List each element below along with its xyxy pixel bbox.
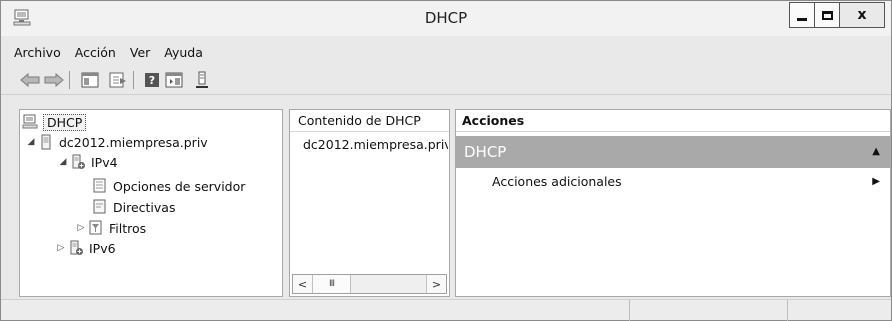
scroll-thumb[interactable]: III bbox=[313, 275, 351, 293]
export-list-icon[interactable] bbox=[107, 69, 129, 91]
scroll-thumb-grip: III bbox=[329, 279, 335, 289]
minimize-button[interactable] bbox=[789, 2, 815, 28]
toolbar-separator bbox=[133, 71, 134, 89]
dhcp-window: DHCP x Archivo Acción Ver Ayuda ? DHCP ◢… bbox=[0, 0, 892, 321]
menu-ayuda[interactable]: Ayuda bbox=[156, 43, 209, 63]
collapsed-arrow-icon[interactable]: ▷ bbox=[54, 243, 68, 253]
expanded-arrow-icon[interactable]: ◢ bbox=[56, 157, 70, 167]
chevron-left-icon: < bbox=[297, 277, 308, 291]
content-pane: Contenido de DHCP dc2012.miempresa.priv … bbox=[289, 109, 450, 297]
scroll-right-button[interactable]: > bbox=[426, 275, 446, 293]
svg-text:?: ? bbox=[149, 74, 155, 87]
tree-label-dhcp: DHCP bbox=[43, 113, 87, 131]
forward-arrow-icon[interactable] bbox=[43, 69, 65, 91]
tree-label-ipv4: IPv4 bbox=[91, 154, 118, 170]
content-item-label: dc2012.miempresa.priv bbox=[303, 136, 448, 152]
close-icon: x bbox=[857, 7, 867, 23]
toolbar: ? bbox=[1, 65, 891, 95]
tree-node-server[interactable]: ◢ dc2012.miempresa.priv bbox=[24, 132, 208, 152]
scroll-left-button[interactable]: < bbox=[293, 275, 313, 293]
filters-icon bbox=[89, 220, 102, 235]
console-tree-pane: DHCP ◢ dc2012.miempresa.priv ◢ IPv4 Opci… bbox=[19, 109, 283, 297]
tree-node-server-options[interactable]: Opciones de servidor bbox=[92, 176, 245, 196]
content-list-item[interactable]: dc2012.miempresa.priv bbox=[298, 136, 448, 152]
title-bar[interactable]: DHCP x bbox=[1, 1, 891, 36]
ipv4-icon bbox=[72, 154, 85, 169]
menu-bar: Archivo Acción Ver Ayuda bbox=[1, 43, 209, 63]
show-hide-console-tree-icon[interactable] bbox=[79, 69, 101, 91]
actions-header: Acciones bbox=[456, 110, 890, 132]
chevron-right-icon: > bbox=[431, 277, 442, 291]
content-column-header[interactable]: Contenido de DHCP bbox=[290, 110, 449, 132]
actions-section-title: DHCP bbox=[464, 143, 507, 161]
tree-label-server-options: Opciones de servidor bbox=[113, 178, 246, 194]
policies-icon bbox=[93, 199, 106, 214]
tree-node-ipv4[interactable]: ◢ IPv4 bbox=[56, 152, 118, 172]
tree-node-dhcp[interactable]: DHCP bbox=[22, 112, 87, 132]
server-statistics-icon[interactable] bbox=[191, 69, 213, 91]
maximize-button[interactable] bbox=[814, 2, 840, 28]
tree-label-policies: Directivas bbox=[113, 199, 176, 215]
server-options-icon bbox=[93, 178, 106, 193]
ipv6-icon bbox=[70, 240, 83, 255]
show-action-pane-icon[interactable] bbox=[163, 69, 185, 91]
back-arrow-icon[interactable] bbox=[19, 69, 41, 91]
tree-label-filters: Filtros bbox=[109, 220, 147, 236]
toolbar-separator bbox=[69, 71, 70, 89]
maximize-icon bbox=[821, 10, 833, 20]
menu-accion[interactable]: Acción bbox=[67, 43, 122, 63]
status-cell bbox=[787, 300, 891, 321]
tree-label-ipv6: IPv6 bbox=[89, 240, 116, 256]
status-bar bbox=[1, 299, 891, 321]
more-actions-item[interactable]: Acciones adicionales bbox=[492, 174, 622, 189]
tree-node-filters[interactable]: ▷ Filtros bbox=[74, 218, 146, 238]
horizontal-scrollbar[interactable]: < III > bbox=[292, 274, 447, 294]
minimize-icon bbox=[797, 17, 807, 21]
actions-section-dhcp[interactable]: DHCP ▲ bbox=[456, 136, 890, 168]
collapsed-arrow-icon[interactable]: ▷ bbox=[74, 223, 88, 233]
close-button[interactable]: x bbox=[839, 2, 885, 28]
actions-pane: Acciones DHCP ▲ Acciones adicionales ▶ bbox=[455, 109, 891, 297]
tree-node-policies[interactable]: Directivas bbox=[92, 197, 175, 217]
collapse-up-icon[interactable]: ▲ bbox=[872, 136, 880, 168]
menu-archivo[interactable]: Archivo bbox=[1, 43, 67, 63]
window-title: DHCP bbox=[424, 9, 468, 27]
help-icon[interactable]: ? bbox=[141, 69, 163, 91]
status-cell bbox=[629, 300, 787, 321]
server-icon bbox=[41, 134, 51, 150]
expanded-arrow-icon[interactable]: ◢ bbox=[24, 137, 38, 147]
menu-ver[interactable]: Ver bbox=[122, 43, 156, 63]
submenu-arrow-icon[interactable]: ▶ bbox=[872, 176, 880, 187]
tree-node-ipv6[interactable]: ▷ IPv6 bbox=[54, 238, 116, 258]
dhcp-node-icon bbox=[22, 114, 38, 129]
tree-label-server: dc2012.miempresa.priv bbox=[59, 134, 208, 150]
